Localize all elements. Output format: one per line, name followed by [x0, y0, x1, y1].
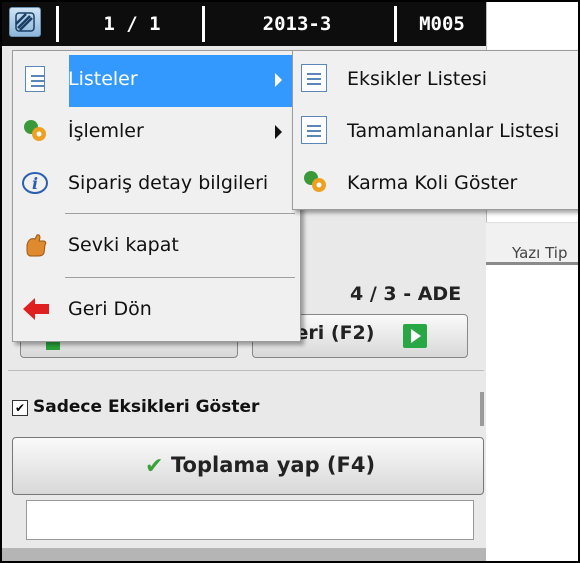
menu-separator: [65, 277, 295, 278]
menu-item-label: Sevki kapat: [68, 234, 179, 256]
bottom-bar: [2, 548, 486, 561]
right-document-area: [486, 262, 578, 561]
submenu-item-karma-koli[interactable]: Karma Koli Göster: [293, 157, 578, 209]
font-type-tab[interactable]: Yazı Tip: [512, 244, 568, 262]
period-label: 1 / 1: [103, 13, 161, 35]
app-window: 1 / 1 2013-3 M005 Yazı Tip 4 / 3 - ADE l…: [0, 0, 580, 563]
menu-item-label: Geri Dön: [68, 298, 152, 320]
context-menu: Listeler İşlemler i Sipariş detay bilgil…: [12, 50, 301, 342]
quantity-indicator: 4 / 3 - ADE: [350, 283, 462, 305]
hand-icon: [21, 231, 49, 259]
divider: [56, 6, 59, 42]
gears-icon: [21, 117, 49, 145]
back-arrow-icon: [21, 295, 49, 323]
collect-button-label: Toplama yap (F4): [171, 453, 376, 477]
menu-item-geri-don[interactable]: Geri Dön: [13, 283, 300, 339]
code-label: M005: [419, 13, 465, 35]
section-divider: [8, 370, 484, 371]
document-icon: [301, 64, 327, 92]
collect-button[interactable]: ✔ Toplama yap (F4): [12, 437, 484, 495]
next-button-label: leri (F2): [289, 322, 375, 344]
chevron-right-icon: [275, 125, 282, 139]
menu-item-label: Listeler: [68, 68, 138, 90]
submenu-item-eksikler[interactable]: Eksikler Listesi: [293, 53, 578, 105]
submenu-item-label: Tamamlananlar Listesi: [347, 120, 560, 142]
date-code-label: 2013-3: [262, 13, 332, 35]
listeler-submenu: Eksikler Listesi Tamamlananlar Listesi K…: [292, 50, 578, 210]
gears-icon: [301, 168, 327, 196]
play-icon: [403, 324, 427, 348]
show-missing-only-label[interactable]: Sadece Eksikleri Göster: [33, 397, 259, 417]
barcode-input[interactable]: [26, 500, 474, 540]
divider: [394, 6, 397, 42]
svg-text:i: i: [32, 174, 38, 193]
menu-item-label: Sipariş detay bilgileri: [68, 172, 269, 194]
document-icon: [301, 116, 327, 144]
submenu-item-label: Karma Koli Göster: [347, 172, 518, 194]
menu-separator: [65, 213, 295, 214]
checkmark-icon: ✔: [145, 454, 164, 479]
menu-item-siparis-detay[interactable]: i Sipariş detay bilgileri: [13, 157, 300, 213]
document-icon: [25, 66, 45, 92]
submenu-item-label: Eksikler Listesi: [347, 68, 488, 90]
menu-toggle-icon[interactable]: [9, 7, 41, 37]
menu-item-label: İşlemler: [68, 120, 144, 142]
menu-item-sevki-kapat[interactable]: Sevki kapat: [13, 219, 300, 275]
top-status-bar: 1 / 1 2013-3 M005: [2, 2, 486, 46]
submenu-item-tamamlananlar[interactable]: Tamamlananlar Listesi: [293, 105, 578, 157]
chevron-right-icon: [275, 73, 282, 87]
divider: [202, 6, 205, 42]
show-missing-only-checkbox[interactable]: ✔: [12, 400, 28, 416]
menu-item-islemler[interactable]: İşlemler: [13, 105, 300, 161]
menu-item-listeler[interactable]: Listeler: [13, 53, 300, 109]
info-icon: i: [21, 169, 49, 197]
